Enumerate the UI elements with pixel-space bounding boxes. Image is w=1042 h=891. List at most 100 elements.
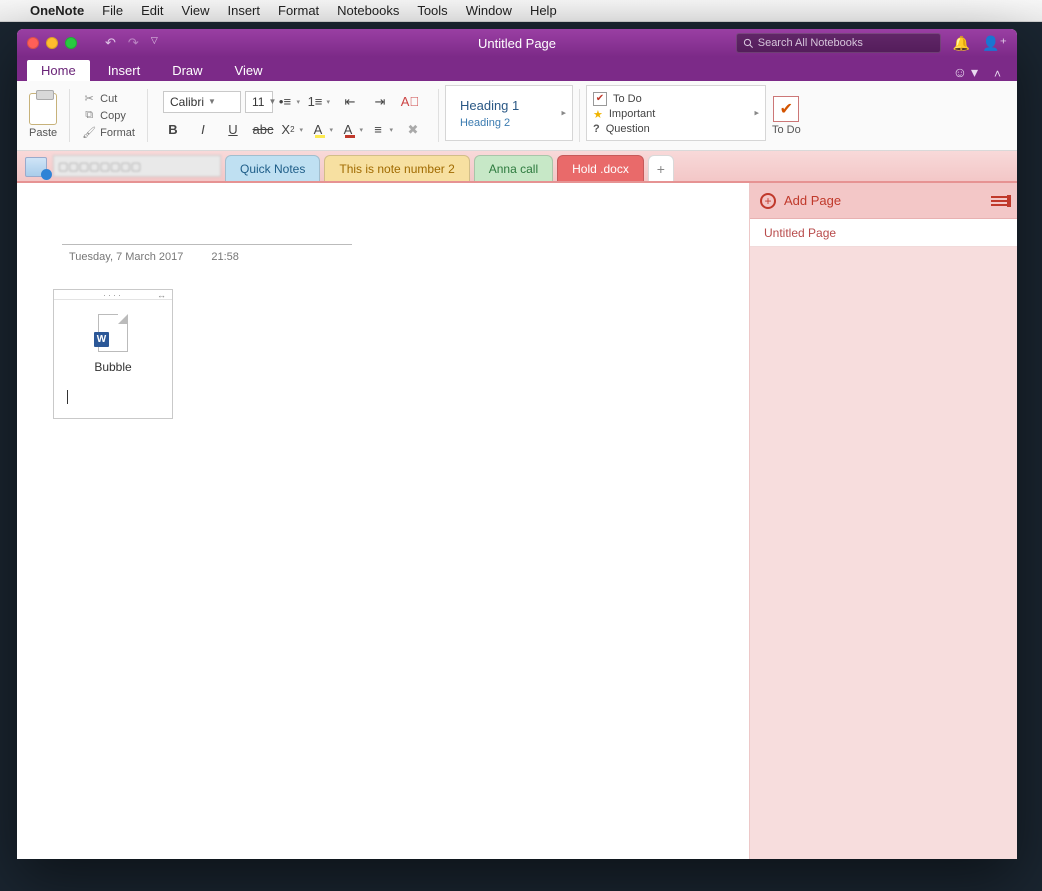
todo-label: To Do (772, 124, 801, 136)
menu-notebooks[interactable]: Notebooks (337, 3, 399, 18)
bullets-button[interactable]: •≡ (277, 91, 303, 113)
section-tab-anna[interactable]: Anna call (474, 155, 553, 181)
tags-gallery[interactable]: ✔To Do ★Important ?Question ▸ (586, 85, 766, 141)
paste-group[interactable]: Paste (23, 85, 63, 146)
section-tab-quick-notes[interactable]: Quick Notes (225, 155, 320, 181)
question-icon: ? (593, 123, 600, 135)
add-section-button[interactable]: + (648, 155, 674, 181)
font-color-button[interactable]: A (340, 119, 366, 141)
menu-help[interactable]: Help (530, 3, 557, 18)
notebook-icon[interactable] (25, 157, 47, 177)
page-date: Tuesday, 7 March 2017 (69, 251, 183, 263)
page-datetime: Tuesday, 7 March 2017 21:58 (69, 251, 239, 263)
notifications-icon[interactable]: 🔔 (953, 35, 970, 52)
tag-question[interactable]: ?Question (593, 123, 743, 135)
menu-insert[interactable]: Insert (227, 3, 260, 18)
todo-big-icon: ✔ (773, 96, 799, 122)
subscript-button[interactable]: X2 (280, 119, 306, 141)
italic-button[interactable]: I (190, 119, 216, 141)
zoom-button[interactable] (65, 37, 77, 49)
embed-caption: Bubble (54, 360, 172, 374)
indent-button[interactable]: ⇥ (367, 91, 393, 113)
ribbon-tab-bar: Home Insert Draw View ☺ ▾ ˄ (17, 57, 1017, 81)
text-cursor (67, 390, 68, 404)
font-group: Calibri▼ 11▼ •≡ 1≡ ⇤ ⇥ A⃠ B I U abc X2 A… (154, 85, 432, 146)
menu-view[interactable]: View (182, 3, 210, 18)
app-menu[interactable]: OneNote (30, 3, 84, 18)
menu-tools[interactable]: Tools (417, 3, 447, 18)
scissors-icon: ✂ (82, 92, 96, 106)
search-icon (743, 38, 754, 49)
tag-important[interactable]: ★Important (593, 108, 743, 121)
copy-icon: ⧉ (82, 109, 96, 123)
style-heading2[interactable]: Heading 2 (460, 117, 544, 129)
styles-expand-icon[interactable]: ▸ (561, 108, 566, 119)
styles-gallery[interactable]: Heading 1 Heading 2 ▸ (445, 85, 573, 141)
page-title-input[interactable] (62, 223, 352, 245)
todo-button[interactable]: ✔ To Do (772, 85, 801, 146)
add-page-button[interactable]: Add Page (784, 193, 841, 208)
macos-menubar: OneNote File Edit View Insert Format Not… (0, 0, 1042, 22)
main-area: Tuesday, 7 March 2017 21:58 ···· Bubble … (17, 183, 1017, 859)
section-tab-note2[interactable]: This is note number 2 (324, 155, 469, 181)
todo-checkbox-icon: ✔ (593, 92, 607, 106)
file-embed-container[interactable]: ···· Bubble (53, 289, 173, 419)
delete-button[interactable]: ✖ (400, 119, 426, 141)
redo-button[interactable]: ↷ (128, 35, 139, 51)
format-painter-button[interactable]: 🖌Format (82, 126, 135, 140)
paste-icon (29, 93, 57, 125)
star-icon: ★ (593, 108, 603, 121)
tab-insert[interactable]: Insert (94, 60, 155, 81)
clear-formatting-button[interactable]: A⃠ (397, 91, 423, 113)
bold-button[interactable]: B (160, 119, 186, 141)
page-list-item[interactable]: Untitled Page (750, 219, 1017, 247)
section-tab-bar: ▢▢▢▢▢▢▢▢ Quick Notes This is note number… (17, 151, 1017, 183)
outdent-button[interactable]: ⇤ (337, 91, 363, 113)
feedback-smiley-icon[interactable]: ☺ ▾ (947, 64, 984, 81)
paste-label: Paste (29, 127, 57, 139)
tab-home[interactable]: Home (27, 60, 90, 81)
quick-access-toolbar: ↶ ↷ ▽ (105, 35, 158, 51)
strikethrough-button[interactable]: abc (250, 119, 276, 141)
close-button[interactable] (27, 37, 39, 49)
underline-button[interactable]: U (220, 119, 246, 141)
numbering-button[interactable]: 1≡ (307, 91, 333, 113)
onenote-window: ↶ ↷ ▽ Untitled Page Search All Notebooks… (17, 29, 1017, 859)
ribbon: Paste ✂Cut ⧉Copy 🖌Format Calibri▼ 11▼ •≡… (17, 81, 1017, 151)
tag-todo[interactable]: ✔To Do (593, 92, 743, 106)
font-size-dropdown[interactable]: 11▼ (245, 91, 273, 113)
format-painter-icon: 🖌 (82, 126, 96, 140)
menu-format[interactable]: Format (278, 3, 319, 18)
page-list-header: + Add Page (750, 183, 1017, 219)
embed-drag-handle[interactable]: ···· (54, 290, 172, 300)
menu-file[interactable]: File (102, 3, 123, 18)
search-input[interactable]: Search All Notebooks (736, 33, 941, 53)
section-tab-hold[interactable]: Hold .docx (557, 155, 644, 181)
window-titlebar: ↶ ↷ ▽ Untitled Page Search All Notebooks… (17, 29, 1017, 57)
page-canvas[interactable]: Tuesday, 7 March 2017 21:58 ···· Bubble (17, 183, 749, 859)
page-list-view-icon[interactable] (991, 196, 1007, 206)
menu-edit[interactable]: Edit (141, 3, 163, 18)
notebook-dropdown[interactable]: ▢▢▢▢▢▢▢▢ (53, 155, 221, 177)
undo-button[interactable]: ↶ (105, 35, 116, 51)
search-placeholder: Search All Notebooks (758, 37, 863, 49)
tab-view[interactable]: View (221, 60, 277, 81)
qat-customize[interactable]: ▽ (151, 35, 158, 51)
cut-button[interactable]: ✂Cut (82, 92, 135, 106)
add-page-icon[interactable]: + (760, 193, 776, 209)
traffic-lights (27, 37, 77, 49)
share-icon[interactable]: 👤⁺ (982, 35, 1007, 52)
copy-button[interactable]: ⧉Copy (82, 109, 135, 123)
word-file-icon (98, 314, 128, 352)
highlight-button[interactable]: A (310, 119, 336, 141)
collapse-ribbon-icon[interactable]: ˄ (988, 67, 1007, 81)
page-list-panel: + Add Page Untitled Page (749, 183, 1017, 859)
tags-expand-icon[interactable]: ▸ (754, 108, 759, 119)
tab-draw[interactable]: Draw (158, 60, 216, 81)
page-time: 21:58 (211, 251, 239, 263)
font-name-dropdown[interactable]: Calibri▼ (163, 91, 241, 113)
minimize-button[interactable] (46, 37, 58, 49)
style-heading1[interactable]: Heading 1 (460, 98, 544, 113)
menu-window[interactable]: Window (466, 3, 512, 18)
align-button[interactable]: ≡ (370, 119, 396, 141)
